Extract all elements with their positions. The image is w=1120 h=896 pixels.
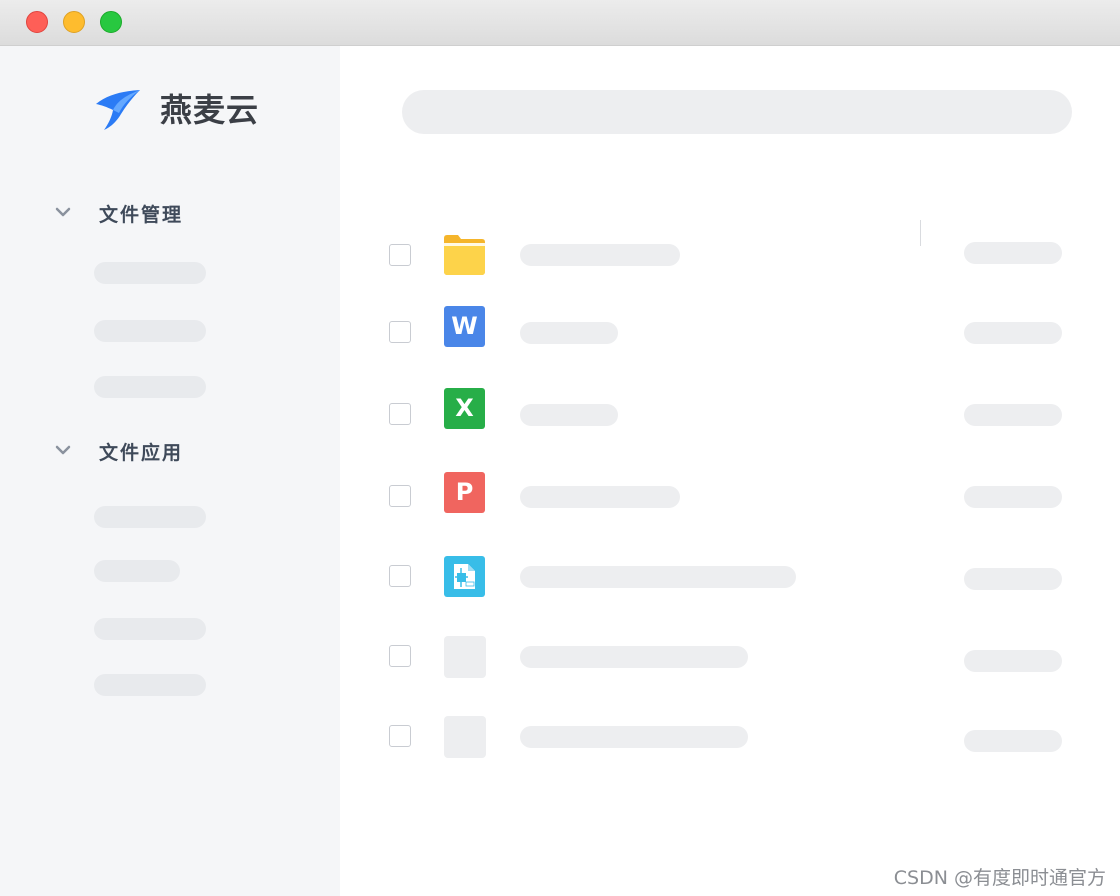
section-label: 文件管理 bbox=[99, 204, 184, 226]
excel-sheet-icon: X bbox=[444, 388, 485, 429]
chevron-down-icon bbox=[55, 207, 71, 217]
sidebar-item-placeholder[interactable] bbox=[94, 618, 206, 640]
file-meta-placeholder bbox=[964, 404, 1062, 426]
sidebar: 燕麦云 文件管理 文件应用 bbox=[0, 46, 340, 896]
file-meta-placeholder bbox=[964, 242, 1062, 264]
word-doc-icon: W bbox=[444, 306, 485, 347]
file-name-placeholder bbox=[520, 726, 748, 748]
file-row[interactable] bbox=[340, 234, 1120, 278]
file-meta-placeholder bbox=[964, 486, 1062, 508]
ppt-glyph: P bbox=[455, 478, 474, 506]
file-meta-placeholder bbox=[964, 730, 1062, 752]
file-meta-placeholder bbox=[964, 568, 1062, 590]
file-name-placeholder bbox=[520, 646, 748, 668]
file-row[interactable]: W bbox=[340, 306, 1120, 350]
maximize-window-button[interactable] bbox=[100, 11, 122, 33]
file-row[interactable] bbox=[340, 636, 1120, 680]
file-name-placeholder bbox=[520, 322, 618, 344]
row-checkbox[interactable] bbox=[389, 403, 411, 425]
close-window-button[interactable] bbox=[26, 11, 48, 33]
window-titlebar bbox=[0, 0, 1120, 46]
search-bar-placeholder[interactable] bbox=[402, 90, 1072, 134]
row-checkbox[interactable] bbox=[389, 485, 411, 507]
row-checkbox[interactable] bbox=[389, 244, 411, 266]
minimize-window-button[interactable] bbox=[63, 11, 85, 33]
row-checkbox[interactable] bbox=[389, 321, 411, 343]
file-meta-placeholder bbox=[964, 322, 1062, 344]
chevron-down-icon bbox=[55, 445, 71, 455]
folder-icon bbox=[444, 235, 485, 275]
file-row[interactable]: P bbox=[340, 472, 1120, 516]
sidebar-item-placeholder[interactable] bbox=[94, 560, 180, 582]
sidebar-item-placeholder[interactable] bbox=[94, 376, 206, 398]
placeholder-file-icon bbox=[444, 636, 486, 678]
file-list-panel: W X P bbox=[340, 46, 1120, 896]
brand-name: 燕麦云 bbox=[160, 91, 260, 129]
row-checkbox[interactable] bbox=[389, 645, 411, 667]
cad-file-icon bbox=[444, 556, 485, 597]
file-row[interactable] bbox=[340, 716, 1120, 760]
swallow-logo-icon bbox=[96, 90, 140, 130]
sidebar-item-placeholder[interactable] bbox=[94, 262, 206, 284]
placeholder-file-icon bbox=[444, 716, 486, 758]
row-checkbox[interactable] bbox=[389, 565, 411, 587]
sidebar-item-placeholder[interactable] bbox=[94, 320, 206, 342]
watermark-text: CSDN @有度即时通官方 bbox=[893, 867, 1106, 889]
file-name-placeholder bbox=[520, 404, 618, 426]
file-row[interactable] bbox=[340, 556, 1120, 600]
file-name-placeholder bbox=[520, 566, 796, 588]
ppt-slide-icon: P bbox=[444, 472, 485, 513]
sidebar-item-placeholder[interactable] bbox=[94, 506, 206, 528]
word-glyph: W bbox=[451, 312, 478, 340]
excel-glyph: X bbox=[455, 394, 474, 422]
file-name-placeholder bbox=[520, 486, 680, 508]
row-checkbox[interactable] bbox=[389, 725, 411, 747]
file-row[interactable]: X bbox=[340, 388, 1120, 432]
file-meta-placeholder bbox=[964, 650, 1062, 672]
section-label: 文件应用 bbox=[99, 442, 184, 464]
sidebar-item-placeholder[interactable] bbox=[94, 674, 206, 696]
file-name-placeholder bbox=[520, 244, 680, 266]
